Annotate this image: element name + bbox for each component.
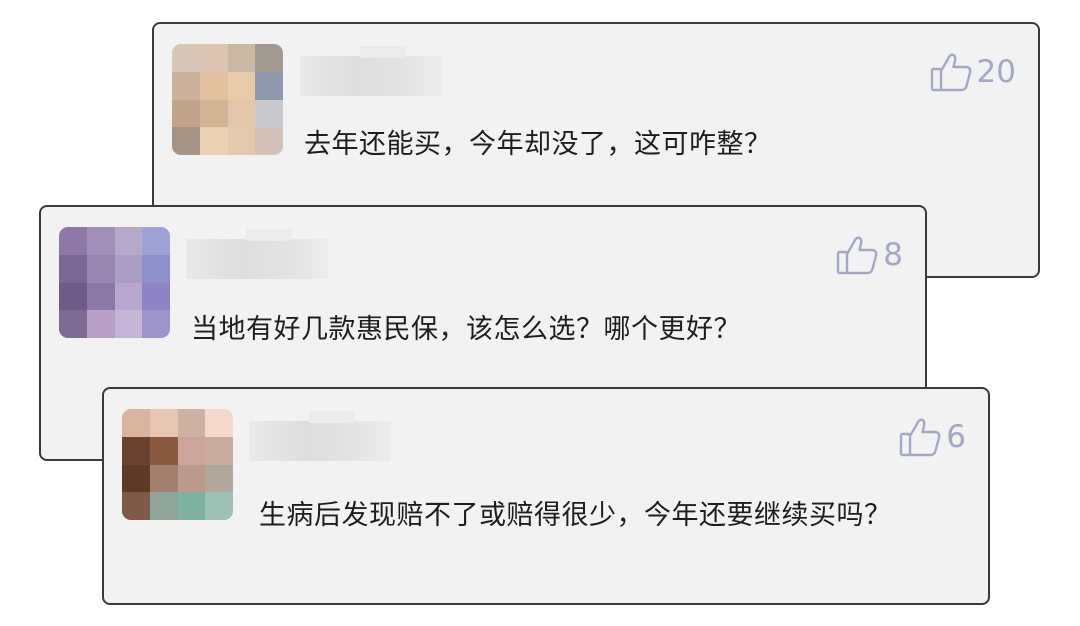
avatar-pixel <box>172 44 200 72</box>
like-button[interactable]: 20 <box>929 50 1016 94</box>
avatar-pixel <box>114 282 143 311</box>
username-redacted <box>300 46 442 96</box>
thumbs-up-icon <box>930 53 971 92</box>
comment-text: 去年还能买，今年却没了，这可咋整？ <box>304 129 772 160</box>
avatar-pixel <box>199 44 228 72</box>
avatar[interactable] <box>59 227 170 338</box>
avatar-pixel <box>149 492 178 520</box>
avatar-pixel <box>205 464 233 493</box>
avatar-pixel <box>59 310 87 338</box>
avatar-pixel <box>86 282 115 311</box>
avatar-pixel <box>177 464 206 493</box>
avatar-pixel <box>122 409 150 437</box>
avatar-pixel <box>86 227 115 255</box>
avatar-pixel <box>149 464 178 493</box>
avatar-pixel <box>149 409 178 437</box>
avatar-pixel <box>172 127 200 155</box>
comment-text: 生病后发现赔不了或赔得很少，今年还要继续买吗？ <box>259 500 892 531</box>
avatar-pixel <box>227 127 256 155</box>
avatar[interactable] <box>122 409 233 520</box>
comment-card: 6 生病后发现赔不了或赔得很少，今年还要继续买吗？ <box>102 387 990 605</box>
avatar-pixel <box>114 227 143 255</box>
avatar-pixel <box>199 71 228 100</box>
avatar-pixel <box>255 44 283 72</box>
avatar-pixel <box>59 254 87 283</box>
thumbs-up-icon <box>837 236 878 275</box>
avatar-pixel <box>59 227 87 255</box>
avatar-pixel <box>142 227 170 255</box>
avatar-pixel <box>255 71 283 100</box>
avatar-pixel <box>86 310 115 338</box>
like-button[interactable]: 8 <box>835 233 903 277</box>
avatar-pixel <box>227 71 256 100</box>
avatar-pixel <box>205 409 233 437</box>
avatar-pixel <box>205 492 233 520</box>
avatar-pixel <box>255 127 283 155</box>
avatar-pixel <box>227 44 256 72</box>
avatar-pixel <box>227 99 256 128</box>
avatar-pixel <box>122 436 150 465</box>
avatar-pixel <box>199 99 228 128</box>
avatar-pixel <box>142 282 170 311</box>
like-count: 20 <box>976 53 1016 90</box>
avatar-pixel <box>142 310 170 338</box>
username-redacted <box>249 411 391 461</box>
avatar-pixel <box>177 492 206 520</box>
avatar-pixel <box>255 99 283 128</box>
avatar-pixel <box>199 127 228 155</box>
avatar-pixel <box>172 99 200 128</box>
avatar-pixel <box>205 436 233 465</box>
thumbs-up-icon <box>900 418 941 457</box>
avatar-pixel <box>177 436 206 465</box>
username-redacted <box>186 229 328 279</box>
avatar[interactable] <box>172 44 283 155</box>
avatar-pixel <box>114 310 143 338</box>
like-count: 6 <box>946 418 966 455</box>
avatar-pixel <box>177 409 206 437</box>
avatar-pixel <box>114 254 143 283</box>
avatar-pixel <box>86 254 115 283</box>
avatar-pixel <box>149 436 178 465</box>
like-count: 8 <box>883 236 903 273</box>
avatar-pixel <box>122 464 150 493</box>
avatar-pixel <box>122 492 150 520</box>
avatar-pixel <box>59 282 87 311</box>
comment-stack: 20 去年还能买，今年却没了，这可咋整？ 8 当地有好几款惠民保，该怎么选？哪个… <box>0 0 1080 626</box>
avatar-pixel <box>172 71 200 100</box>
comment-text: 当地有好几款惠民保，该怎么选？哪个更好？ <box>191 314 741 345</box>
like-button[interactable]: 6 <box>898 415 966 459</box>
avatar-pixel <box>142 254 170 283</box>
